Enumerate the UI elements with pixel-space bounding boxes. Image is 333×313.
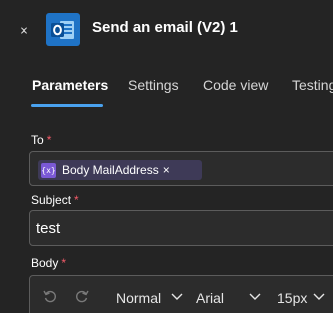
subject-label: Subject * bbox=[31, 193, 79, 207]
token-label: Body MailAddress bbox=[62, 163, 159, 177]
required-marker: * bbox=[61, 256, 67, 270]
tab-bar: Parameters Settings Code view Testing bbox=[0, 62, 333, 110]
to-label: To * bbox=[31, 133, 52, 147]
chevron-down-icon[interactable] bbox=[312, 290, 326, 309]
expression-icon: {x} bbox=[41, 162, 56, 178]
redo-icon[interactable] bbox=[74, 288, 90, 309]
double-chevron-right-icon[interactable]: ›‹ bbox=[20, 18, 36, 42]
page-title: Send an email (V2) 1 bbox=[92, 19, 238, 36]
dynamic-content-token[interactable]: {x} Body MailAddress × bbox=[38, 160, 202, 180]
required-marker: * bbox=[74, 193, 79, 207]
subject-value: test bbox=[36, 220, 61, 237]
tab-code-view[interactable]: Code view bbox=[203, 77, 268, 93]
paragraph-style-select[interactable]: Normal bbox=[116, 290, 161, 306]
font-family-select[interactable]: Arial bbox=[196, 290, 224, 306]
chevron-down-icon[interactable] bbox=[248, 290, 262, 309]
tab-parameters[interactable]: Parameters bbox=[32, 77, 108, 93]
tab-testing[interactable]: Testing bbox=[292, 77, 333, 93]
undo-icon[interactable] bbox=[42, 288, 58, 309]
panel-header: ›‹ Send an email (V2) 1 bbox=[0, 0, 333, 60]
subject-field[interactable]: test bbox=[29, 210, 333, 246]
token-remove-button[interactable]: × bbox=[163, 163, 170, 177]
font-size-select[interactable]: 15px bbox=[277, 290, 307, 306]
chevron-down-icon[interactable] bbox=[170, 290, 184, 309]
required-marker: * bbox=[46, 133, 52, 147]
to-field[interactable]: {x} Body MailAddress × bbox=[29, 151, 333, 186]
active-tab-indicator bbox=[31, 104, 103, 107]
body-label: Body * bbox=[31, 256, 67, 270]
outlook-icon bbox=[46, 13, 80, 46]
body-editor[interactable]: Normal Arial 15px bbox=[29, 275, 333, 313]
tab-settings[interactable]: Settings bbox=[128, 77, 179, 93]
